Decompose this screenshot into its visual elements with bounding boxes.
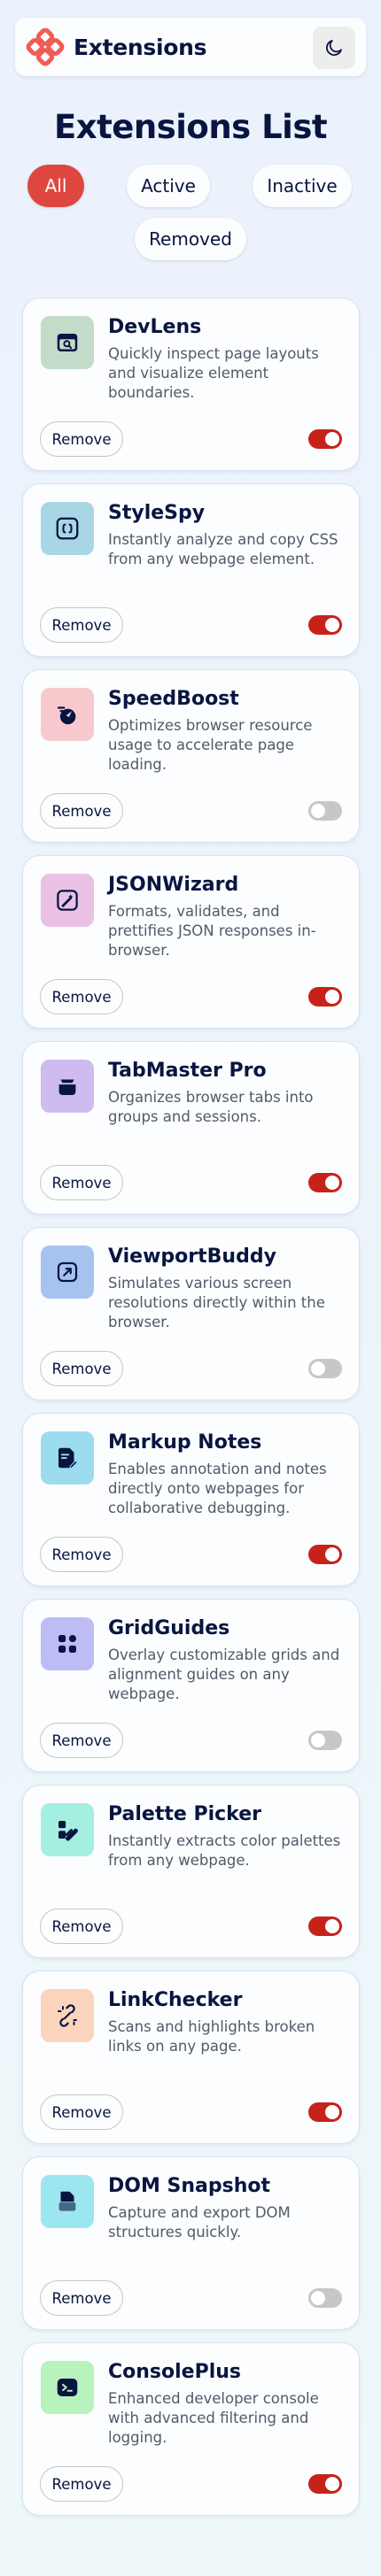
filter-removed-button[interactable]: Removed	[135, 218, 246, 260]
enable-toggle[interactable]	[308, 2102, 342, 2122]
theme-toggle-button[interactable]	[313, 27, 355, 69]
extension-description: Instantly extracts color palettes from a…	[108, 1832, 341, 1869]
enable-toggle[interactable]	[308, 1545, 342, 1564]
remove-button[interactable]: Remove	[40, 2280, 123, 2316]
toggle-knob	[325, 618, 339, 632]
remove-button[interactable]: Remove	[40, 979, 123, 1014]
extension-name: DevLens	[108, 316, 202, 338]
enable-toggle[interactable]	[308, 2288, 342, 2308]
extension-card: DevLens Quickly inspect page layouts and …	[22, 297, 360, 471]
enable-toggle[interactable]	[308, 615, 342, 635]
document-snapshot-icon	[41, 2175, 94, 2228]
toggle-knob	[325, 1176, 339, 1190]
extension-name: TabMaster Pro	[108, 1060, 267, 1082]
extension-name: ConsolePlus	[108, 2361, 242, 2383]
palette-icon	[41, 1803, 94, 1856]
extension-description: Enables annotation and notes directly on…	[108, 1461, 327, 1516]
extension-description: Simulates various screen resolutions dir…	[108, 1275, 325, 1330]
resize-arrow-icon	[41, 1246, 94, 1299]
terminal-icon	[41, 2361, 94, 2414]
remove-button[interactable]: Remove	[40, 1165, 123, 1200]
inspect-browser-icon	[41, 316, 94, 369]
filter-active-button[interactable]: Active	[127, 165, 210, 207]
toggle-knob	[325, 432, 339, 446]
enable-toggle[interactable]	[308, 801, 342, 821]
enable-toggle[interactable]	[308, 1173, 342, 1192]
magic-wand-icon	[41, 874, 94, 927]
extension-card: ConsolePlus Enhanced developer console wi…	[22, 2342, 360, 2516]
remove-button[interactable]: Remove	[40, 1537, 123, 1572]
extension-card: StyleSpy Instantly analyze and copy CSS f…	[22, 483, 360, 657]
tab-stack-icon	[41, 1060, 94, 1113]
page-title: Extensions List	[53, 108, 328, 146]
extension-card: LinkChecker Scans and highlights broken l…	[22, 1971, 360, 2144]
enable-toggle[interactable]	[308, 2474, 342, 2494]
enable-toggle[interactable]	[308, 1359, 342, 1378]
toggle-knob	[325, 1919, 339, 1933]
extension-description: Quickly inspect page layouts and visuali…	[108, 345, 319, 401]
enable-toggle[interactable]	[308, 429, 342, 449]
toggle-knob	[325, 2477, 339, 2491]
extension-description: Optimizes browser resource usage to acce…	[108, 717, 313, 773]
extension-card: Palette Picker Instantly extracts color p…	[22, 1785, 360, 1958]
toggle-knob	[325, 1547, 339, 1562]
remove-button[interactable]: Remove	[40, 793, 123, 829]
extension-card: JSONWizard Formats, validates, and pretti…	[22, 855, 360, 1029]
remove-button[interactable]: Remove	[40, 1351, 123, 1386]
enable-toggle[interactable]	[308, 1917, 342, 1936]
extension-description: Enhanced developer console with advanced…	[108, 2390, 319, 2446]
extension-card: DOM Snapshot Capture and export DOM struc…	[22, 2156, 360, 2330]
remove-button[interactable]: Remove	[40, 1909, 123, 1944]
extension-name: GridGuides	[108, 1617, 230, 1639]
header-bar: Extensions	[15, 18, 366, 76]
toggle-knob	[311, 804, 325, 818]
extension-description: Instantly analyze and copy CSS from any …	[108, 531, 338, 567]
filter-all-button[interactable]: All	[27, 165, 84, 207]
toggle-knob	[311, 1361, 325, 1376]
extension-description: Formats, validates, and prettifies JSON …	[108, 903, 316, 959]
extension-description: Capture and export DOM structures quickl…	[108, 2204, 291, 2241]
toggle-knob	[311, 2291, 325, 2305]
extension-card: SpeedBoost Optimizes browser resource usa…	[22, 669, 360, 843]
toggle-knob	[325, 990, 339, 1004]
extension-name: Markup Notes	[108, 1431, 262, 1454]
extension-name: JSONWizard	[108, 874, 239, 896]
note-pen-icon	[41, 1431, 94, 1485]
enable-toggle[interactable]	[308, 987, 342, 1006]
extension-name: Palette Picker	[108, 1803, 261, 1825]
extension-description: Organizes browser tabs into groups and s…	[108, 1089, 314, 1125]
extension-name: DOM Snapshot	[108, 2175, 271, 2197]
grid-layout-icon	[41, 1617, 94, 1670]
extension-description: Overlay customizable grids and alignment…	[108, 1647, 340, 1702]
speedometer-icon	[41, 688, 94, 741]
remove-button[interactable]: Remove	[40, 1723, 123, 1758]
extension-name: ViewportBuddy	[108, 1246, 276, 1268]
extension-card: Markup Notes Enables annotation and notes…	[22, 1413, 360, 1586]
extension-name: SpeedBoost	[108, 688, 239, 710]
remove-button[interactable]: Remove	[40, 2094, 123, 2130]
remove-button[interactable]: Remove	[40, 421, 123, 457]
enable-toggle[interactable]	[308, 1731, 342, 1750]
extension-card: TabMaster Pro Organizes browser tabs into…	[22, 1041, 360, 1215]
extension-description: Scans and highlights broken links on any…	[108, 2018, 315, 2055]
toggle-knob	[311, 1733, 325, 1747]
remove-button[interactable]: Remove	[40, 607, 123, 643]
logo-icon	[26, 27, 65, 66]
toggle-knob	[325, 2105, 339, 2119]
filter-inactive-button[interactable]: Inactive	[253, 165, 352, 207]
extension-name: LinkChecker	[108, 1989, 243, 2011]
logo-text: Extensions	[74, 34, 207, 60]
code-braces-icon	[41, 502, 94, 555]
broken-link-icon	[41, 1989, 94, 2042]
extension-name: StyleSpy	[108, 502, 206, 524]
remove-button[interactable]: Remove	[40, 2466, 123, 2502]
extension-card: GridGuides Overlay customizable grids and…	[22, 1599, 360, 1772]
moon-icon	[326, 40, 342, 56]
extension-card: ViewportBuddy Simulates various screen re…	[22, 1227, 360, 1400]
